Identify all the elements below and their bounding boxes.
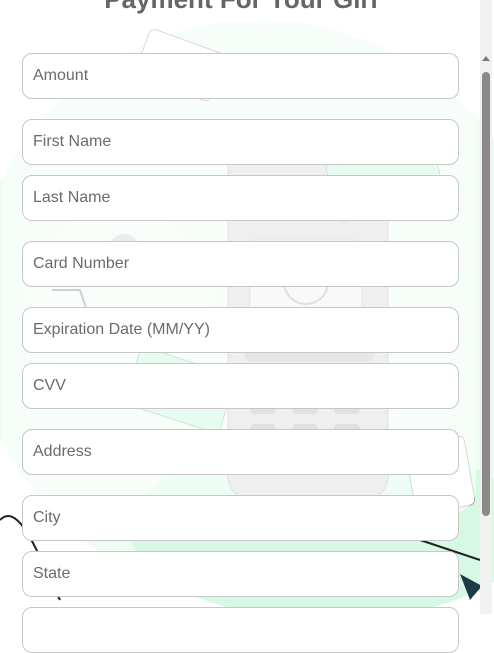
scrollbar[interactable] <box>480 0 492 614</box>
first-name-input[interactable] <box>22 119 459 165</box>
page-title: Payment For Your Girl <box>0 0 482 12</box>
scrollbar-thumb[interactable] <box>482 72 490 516</box>
expiration-date-input[interactable] <box>22 307 459 353</box>
address-input[interactable] <box>22 429 459 475</box>
card-number-input[interactable] <box>22 241 459 287</box>
amount-input[interactable] <box>22 53 459 99</box>
last-name-input[interactable] <box>22 175 459 221</box>
cvv-input[interactable] <box>22 363 459 409</box>
state-input[interactable] <box>22 551 459 597</box>
city-input[interactable] <box>22 495 459 541</box>
scroll-up-arrow-icon[interactable] <box>480 52 492 66</box>
